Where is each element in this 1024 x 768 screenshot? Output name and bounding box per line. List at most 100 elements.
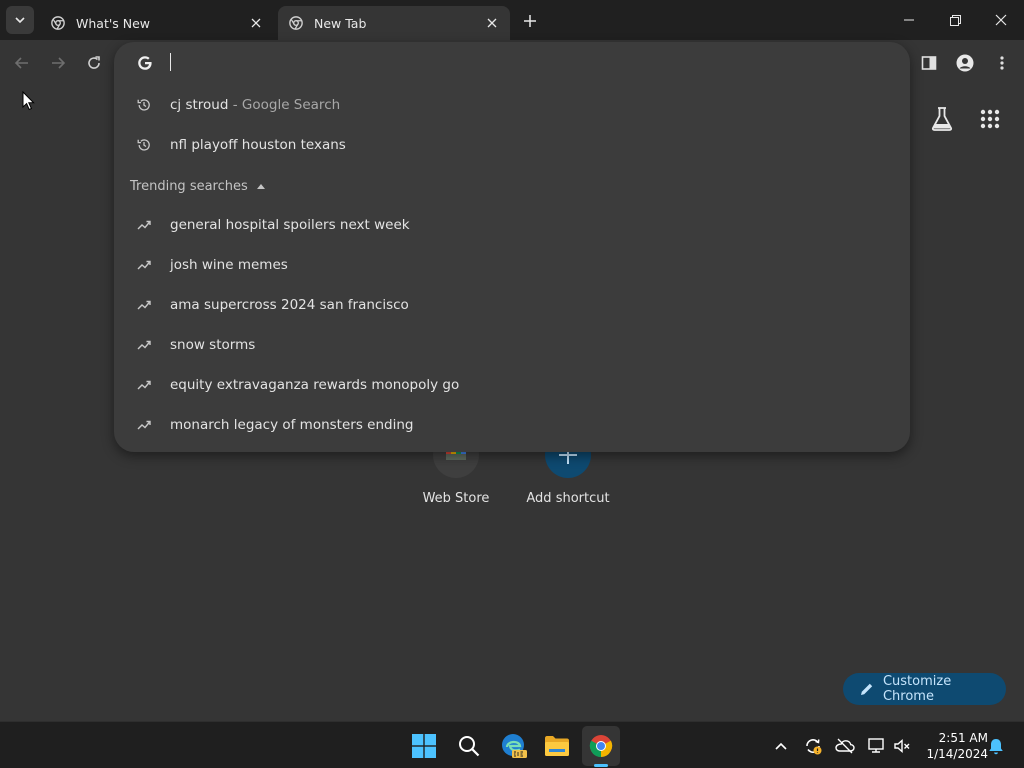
customize-chrome-label: Customize Chrome xyxy=(882,674,952,704)
chrome-icon xyxy=(589,735,613,757)
tab-close-icon[interactable] xyxy=(484,15,500,31)
cloud-off-icon xyxy=(835,738,855,754)
reload-icon xyxy=(88,56,100,69)
chevron-up-icon xyxy=(775,742,787,750)
back-button[interactable] xyxy=(9,50,35,76)
side-panel-button[interactable] xyxy=(916,50,942,76)
profile-icon xyxy=(956,54,974,72)
windows-logo-icon xyxy=(412,734,436,758)
side-panel-icon xyxy=(921,56,937,70)
volume-tray-button[interactable] xyxy=(892,736,912,756)
taskbar: 2:51 AM 1/14/2024 xyxy=(0,721,1024,768)
customize-chrome-button[interactable]: Customize Chrome xyxy=(843,673,1006,705)
history-icon xyxy=(136,97,152,113)
flask-icon xyxy=(931,107,953,131)
menu-button[interactable] xyxy=(989,50,1015,76)
trending-up-icon xyxy=(136,297,152,313)
edge-icon xyxy=(502,734,527,758)
mouse-cursor-icon xyxy=(22,91,35,111)
trending-up-icon xyxy=(136,337,152,353)
arrow-left-icon xyxy=(14,57,28,69)
suggestion-trending[interactable]: monarch legacy of monsters ending xyxy=(114,405,910,445)
show-hidden-icons-button[interactable] xyxy=(771,736,791,756)
more-vertical-icon xyxy=(1000,56,1004,70)
search-icon xyxy=(459,736,480,757)
tab-close-icon[interactable] xyxy=(248,15,264,31)
bell-icon xyxy=(989,738,1003,754)
suggestion-text: josh wine memes xyxy=(170,257,288,273)
suggestion-history[interactable]: cj stroud - Google Search xyxy=(114,85,910,125)
pencil-icon xyxy=(859,681,875,697)
running-indicator xyxy=(594,764,608,767)
suggestion-text: equity extravaganza rewards monopoly go xyxy=(170,377,460,393)
suggestion-text: cj stroud xyxy=(170,97,229,113)
suggestion-history[interactable]: nfl playoff houston texans xyxy=(114,125,910,165)
suggestion-trending[interactable]: josh wine memes xyxy=(114,245,910,285)
history-icon xyxy=(136,137,152,153)
sync-tray-button[interactable] xyxy=(803,736,823,756)
text-caret xyxy=(170,53,171,71)
trending-header-label: Trending searches xyxy=(130,178,248,194)
tab-whats-new[interactable]: What's New xyxy=(40,6,274,40)
trending-up-icon xyxy=(136,377,152,393)
caret-up-icon xyxy=(256,181,266,191)
suggestion-text: snow storms xyxy=(170,337,256,353)
profile-button[interactable] xyxy=(952,50,978,76)
network-icon xyxy=(868,738,884,753)
shortcut-label: Web Store xyxy=(422,491,490,506)
suggestion-trending[interactable]: snow storms xyxy=(114,325,910,365)
suggestion-text: nfl playoff houston texans xyxy=(170,137,346,153)
omnibox-input[interactable] xyxy=(114,42,910,82)
chrome-favicon-icon xyxy=(288,15,304,31)
clock-time: 2:51 AM xyxy=(938,731,988,745)
tab-new-tab[interactable]: New Tab xyxy=(278,6,510,40)
file-explorer-button[interactable] xyxy=(541,730,573,762)
start-button[interactable] xyxy=(408,730,440,762)
minimize-button[interactable] xyxy=(886,0,932,40)
apps-grid-icon xyxy=(980,109,1000,129)
google-g-icon xyxy=(138,56,152,70)
arrow-right-icon xyxy=(52,57,66,69)
chrome-favicon-icon xyxy=(50,15,66,31)
suggestion-trending[interactable]: equity extravaganza rewards monopoly go xyxy=(114,365,910,405)
suggestion-subtext: - Google Search xyxy=(228,97,341,113)
restore-button[interactable] xyxy=(932,0,978,40)
tab-strip: What's New New Tab xyxy=(0,0,1024,40)
system-clock[interactable]: 2:51 AM 1/14/2024 xyxy=(918,730,988,762)
volume-muted-icon xyxy=(894,738,910,754)
suggestion-trending[interactable]: general hospital spoilers next week xyxy=(114,205,910,245)
tab-title: What's New xyxy=(76,15,151,31)
edge-beta-button[interactable] xyxy=(498,730,530,762)
tab-search-button[interactable] xyxy=(6,6,34,34)
google-apps-button[interactable] xyxy=(975,104,1005,134)
suggestion-text: ama supercross 2024 san francisco xyxy=(170,297,409,313)
reload-button[interactable] xyxy=(81,50,107,76)
suggestion-trending[interactable]: ama supercross 2024 san francisco xyxy=(114,285,910,325)
shortcut-label: Add shortcut xyxy=(526,491,610,506)
folder-icon xyxy=(545,736,569,756)
sync-icon xyxy=(806,739,822,755)
close-icon xyxy=(995,14,1007,26)
clock-date: 1/14/2024 xyxy=(926,747,988,761)
chevron-down-icon xyxy=(15,17,25,24)
forward-button[interactable] xyxy=(45,50,71,76)
new-tab-button[interactable] xyxy=(518,10,542,32)
onedrive-tray-button[interactable] xyxy=(835,736,855,756)
omnibox-dropdown: cj stroud - Google Search nfl playoff ho… xyxy=(114,42,910,452)
suggestion-text: monarch legacy of monsters ending xyxy=(170,417,414,433)
suggestion-text: general hospital spoilers next week xyxy=(170,217,410,233)
chrome-taskbar-button[interactable] xyxy=(585,730,617,762)
tab-title: New Tab xyxy=(314,15,367,31)
trending-header[interactable]: Trending searches xyxy=(130,175,266,197)
trending-up-icon xyxy=(136,417,152,433)
network-tray-button[interactable] xyxy=(866,736,886,756)
restore-icon xyxy=(949,14,961,26)
trending-up-icon xyxy=(136,257,152,273)
trending-up-icon xyxy=(136,217,152,233)
notifications-button[interactable] xyxy=(986,736,1006,756)
search-button[interactable] xyxy=(453,730,485,762)
minimize-icon xyxy=(904,19,914,21)
close-window-button[interactable] xyxy=(978,0,1024,40)
plus-icon xyxy=(524,15,536,27)
labs-button[interactable] xyxy=(927,104,957,134)
